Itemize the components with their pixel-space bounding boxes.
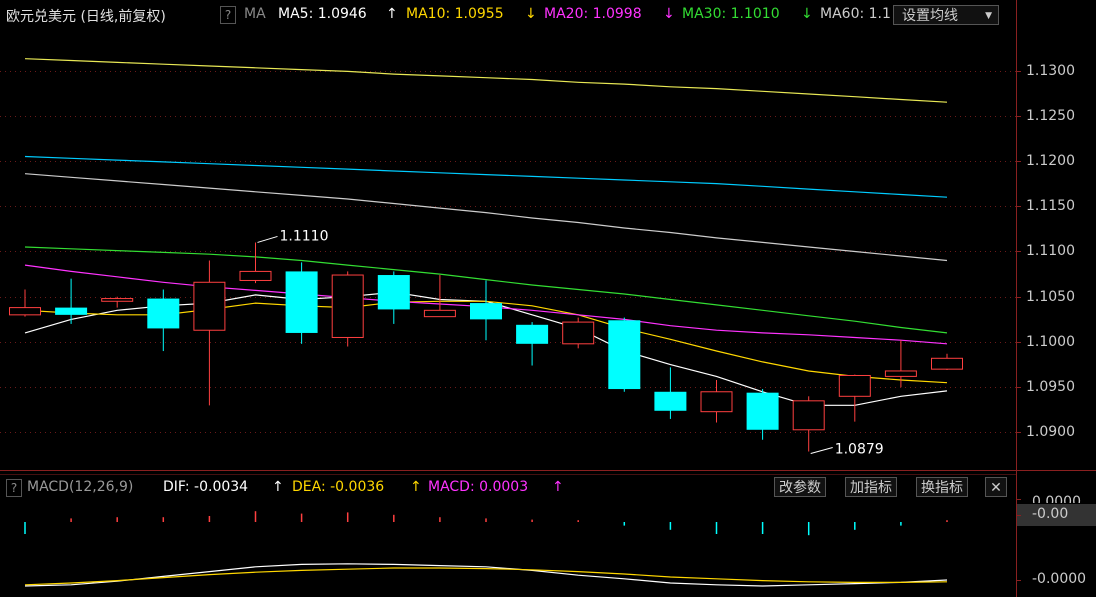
ma-line-ma120 — [24, 155, 948, 198]
price-tick-label: 1.1200 — [1026, 152, 1075, 169]
candle-body — [608, 320, 641, 390]
price-chart-header: 欧元兑美元 (日线,前复权) ? MA MA5: 1.0946 ↑ MA10: … — [0, 0, 1016, 30]
macd-header: ? MACD(12,26,9) DIF: -0.0034 ↑ DEA: -0.0… — [0, 475, 1016, 499]
macd-arrow-icon: ↑ — [552, 479, 564, 495]
candle-body — [838, 374, 871, 397]
price-tick-label: 1.1000 — [1026, 333, 1075, 350]
macd-name: MACD(12,26,9) — [27, 479, 134, 495]
candle — [654, 367, 687, 419]
ma20-value: MA20: 1.0998 — [544, 6, 642, 22]
candle — [239, 242, 272, 284]
candle-body — [746, 392, 779, 430]
price-tick-label: 1.1250 — [1026, 107, 1075, 124]
ma5-arrow-icon: ↑ — [386, 6, 398, 22]
close-icon[interactable]: ✕ — [985, 477, 1007, 497]
dif-arrow-icon: ↑ — [272, 479, 284, 495]
low-label: 1.0879 — [835, 442, 884, 458]
macd-help-button[interactable]: ? — [6, 479, 22, 497]
price-tick-label: 1.1300 — [1026, 62, 1075, 79]
candle — [931, 353, 963, 371]
candle-body — [792, 400, 825, 431]
ma-settings-dropdown[interactable]: 设置均线 ▼ — [893, 5, 999, 25]
candle-body — [884, 370, 917, 377]
candle — [562, 317, 595, 349]
ma30-value: MA30: 1.1010 — [682, 6, 780, 22]
candle — [9, 289, 41, 317]
switch-indicator-button[interactable]: 换指标 — [916, 477, 968, 497]
price-tick-label: 1.1100 — [1026, 242, 1075, 259]
candle — [331, 271, 364, 347]
dif-value: DIF: -0.0034 — [163, 479, 249, 495]
price-tick-label: 1.1150 — [1026, 197, 1075, 214]
macd-tick-label: -0.00 — [1032, 506, 1069, 522]
candle — [147, 289, 180, 352]
candle-body — [331, 274, 364, 338]
ma10-arrow-icon: ↓ — [525, 6, 537, 22]
candle — [608, 317, 641, 392]
candle — [792, 396, 825, 452]
candle — [838, 374, 871, 422]
candle — [470, 280, 502, 341]
ma10-value: MA10: 1.0955 — [406, 6, 504, 22]
chart-canvas: 1.1110 1.0879 — [0, 0, 1096, 597]
candle — [377, 271, 410, 324]
candle-body — [285, 271, 318, 333]
candle — [746, 389, 779, 440]
price-tick-label: 1.1050 — [1026, 288, 1075, 305]
candle — [101, 296, 134, 308]
price-tick-label: 1.0950 — [1026, 378, 1075, 395]
dif-line — [24, 563, 948, 587]
candle-body — [101, 298, 134, 302]
price-tick-label: 1.0900 — [1026, 423, 1075, 440]
candle-body — [377, 275, 410, 310]
candle — [700, 380, 733, 423]
candle-body — [516, 324, 549, 344]
candle-body — [55, 307, 88, 315]
dea-arrow-icon: ↑ — [410, 479, 422, 495]
change-params-button[interactable]: 改参数 — [774, 477, 826, 497]
high-label: 1.1110 — [280, 228, 329, 244]
high-pointer — [257, 235, 278, 243]
ma30-arrow-icon: ↓ — [801, 6, 813, 22]
dea-value: DEA: -0.0036 — [292, 479, 385, 495]
ma-settings-label: 设置均线 — [902, 8, 958, 24]
ma5-value: MA5: 1.0946 — [278, 6, 367, 22]
candle-body — [700, 391, 733, 413]
ma20-arrow-icon: ↓ — [663, 6, 675, 22]
ma-line-ma60 — [24, 173, 948, 262]
candle — [193, 260, 226, 406]
macd-tick-label: 0.0000 — [1032, 494, 1081, 503]
candle-body — [9, 307, 41, 316]
candle — [516, 322, 549, 366]
candle-body — [239, 270, 272, 281]
ma60-value: MA60: 1.1 — [820, 6, 891, 22]
candle-body — [931, 357, 963, 370]
candle — [285, 262, 318, 344]
ma-line-ma250 — [24, 58, 948, 103]
chevron-down-icon: ▼ — [985, 11, 992, 21]
ma-label: MA — [244, 6, 266, 22]
low-pointer — [810, 447, 833, 454]
help-button[interactable]: ? — [220, 6, 236, 24]
macd-tick-label: -0.0000 — [1032, 571, 1087, 587]
candle-body — [423, 309, 456, 318]
candle-body — [470, 303, 502, 320]
candle — [423, 275, 456, 318]
macd-value: MACD: 0.0003 — [428, 479, 529, 495]
add-indicator-button[interactable]: 加指标 — [845, 477, 897, 497]
candle-body — [654, 391, 687, 411]
candle-body — [193, 281, 226, 331]
chart-title: 欧元兑美元 (日线,前复权) — [6, 9, 166, 25]
candle-body — [147, 298, 180, 329]
candle-body — [562, 321, 595, 345]
